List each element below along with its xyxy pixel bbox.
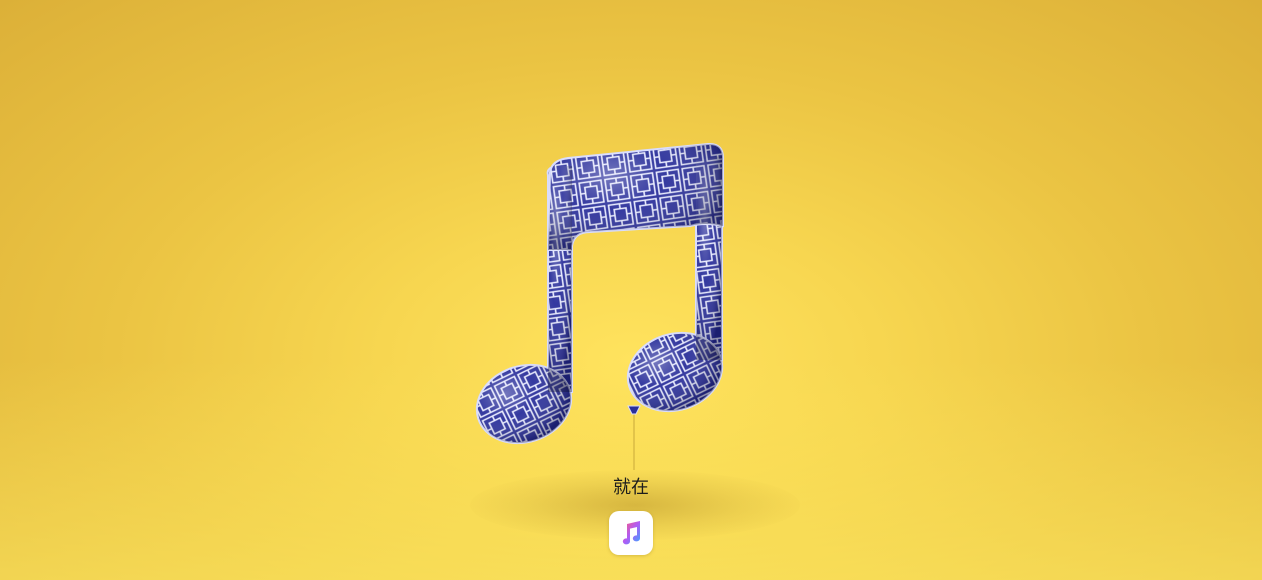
- note-body: [475, 142, 725, 445]
- caption-text: 就在: [613, 477, 649, 498]
- apple-music-app-icon[interactable]: [609, 511, 653, 555]
- hero-banner: 就在: [0, 0, 1262, 580]
- music-note-balloon-icon: [475, 142, 725, 470]
- balloon-knot: [627, 405, 641, 415]
- music-note-icon: [622, 521, 641, 545]
